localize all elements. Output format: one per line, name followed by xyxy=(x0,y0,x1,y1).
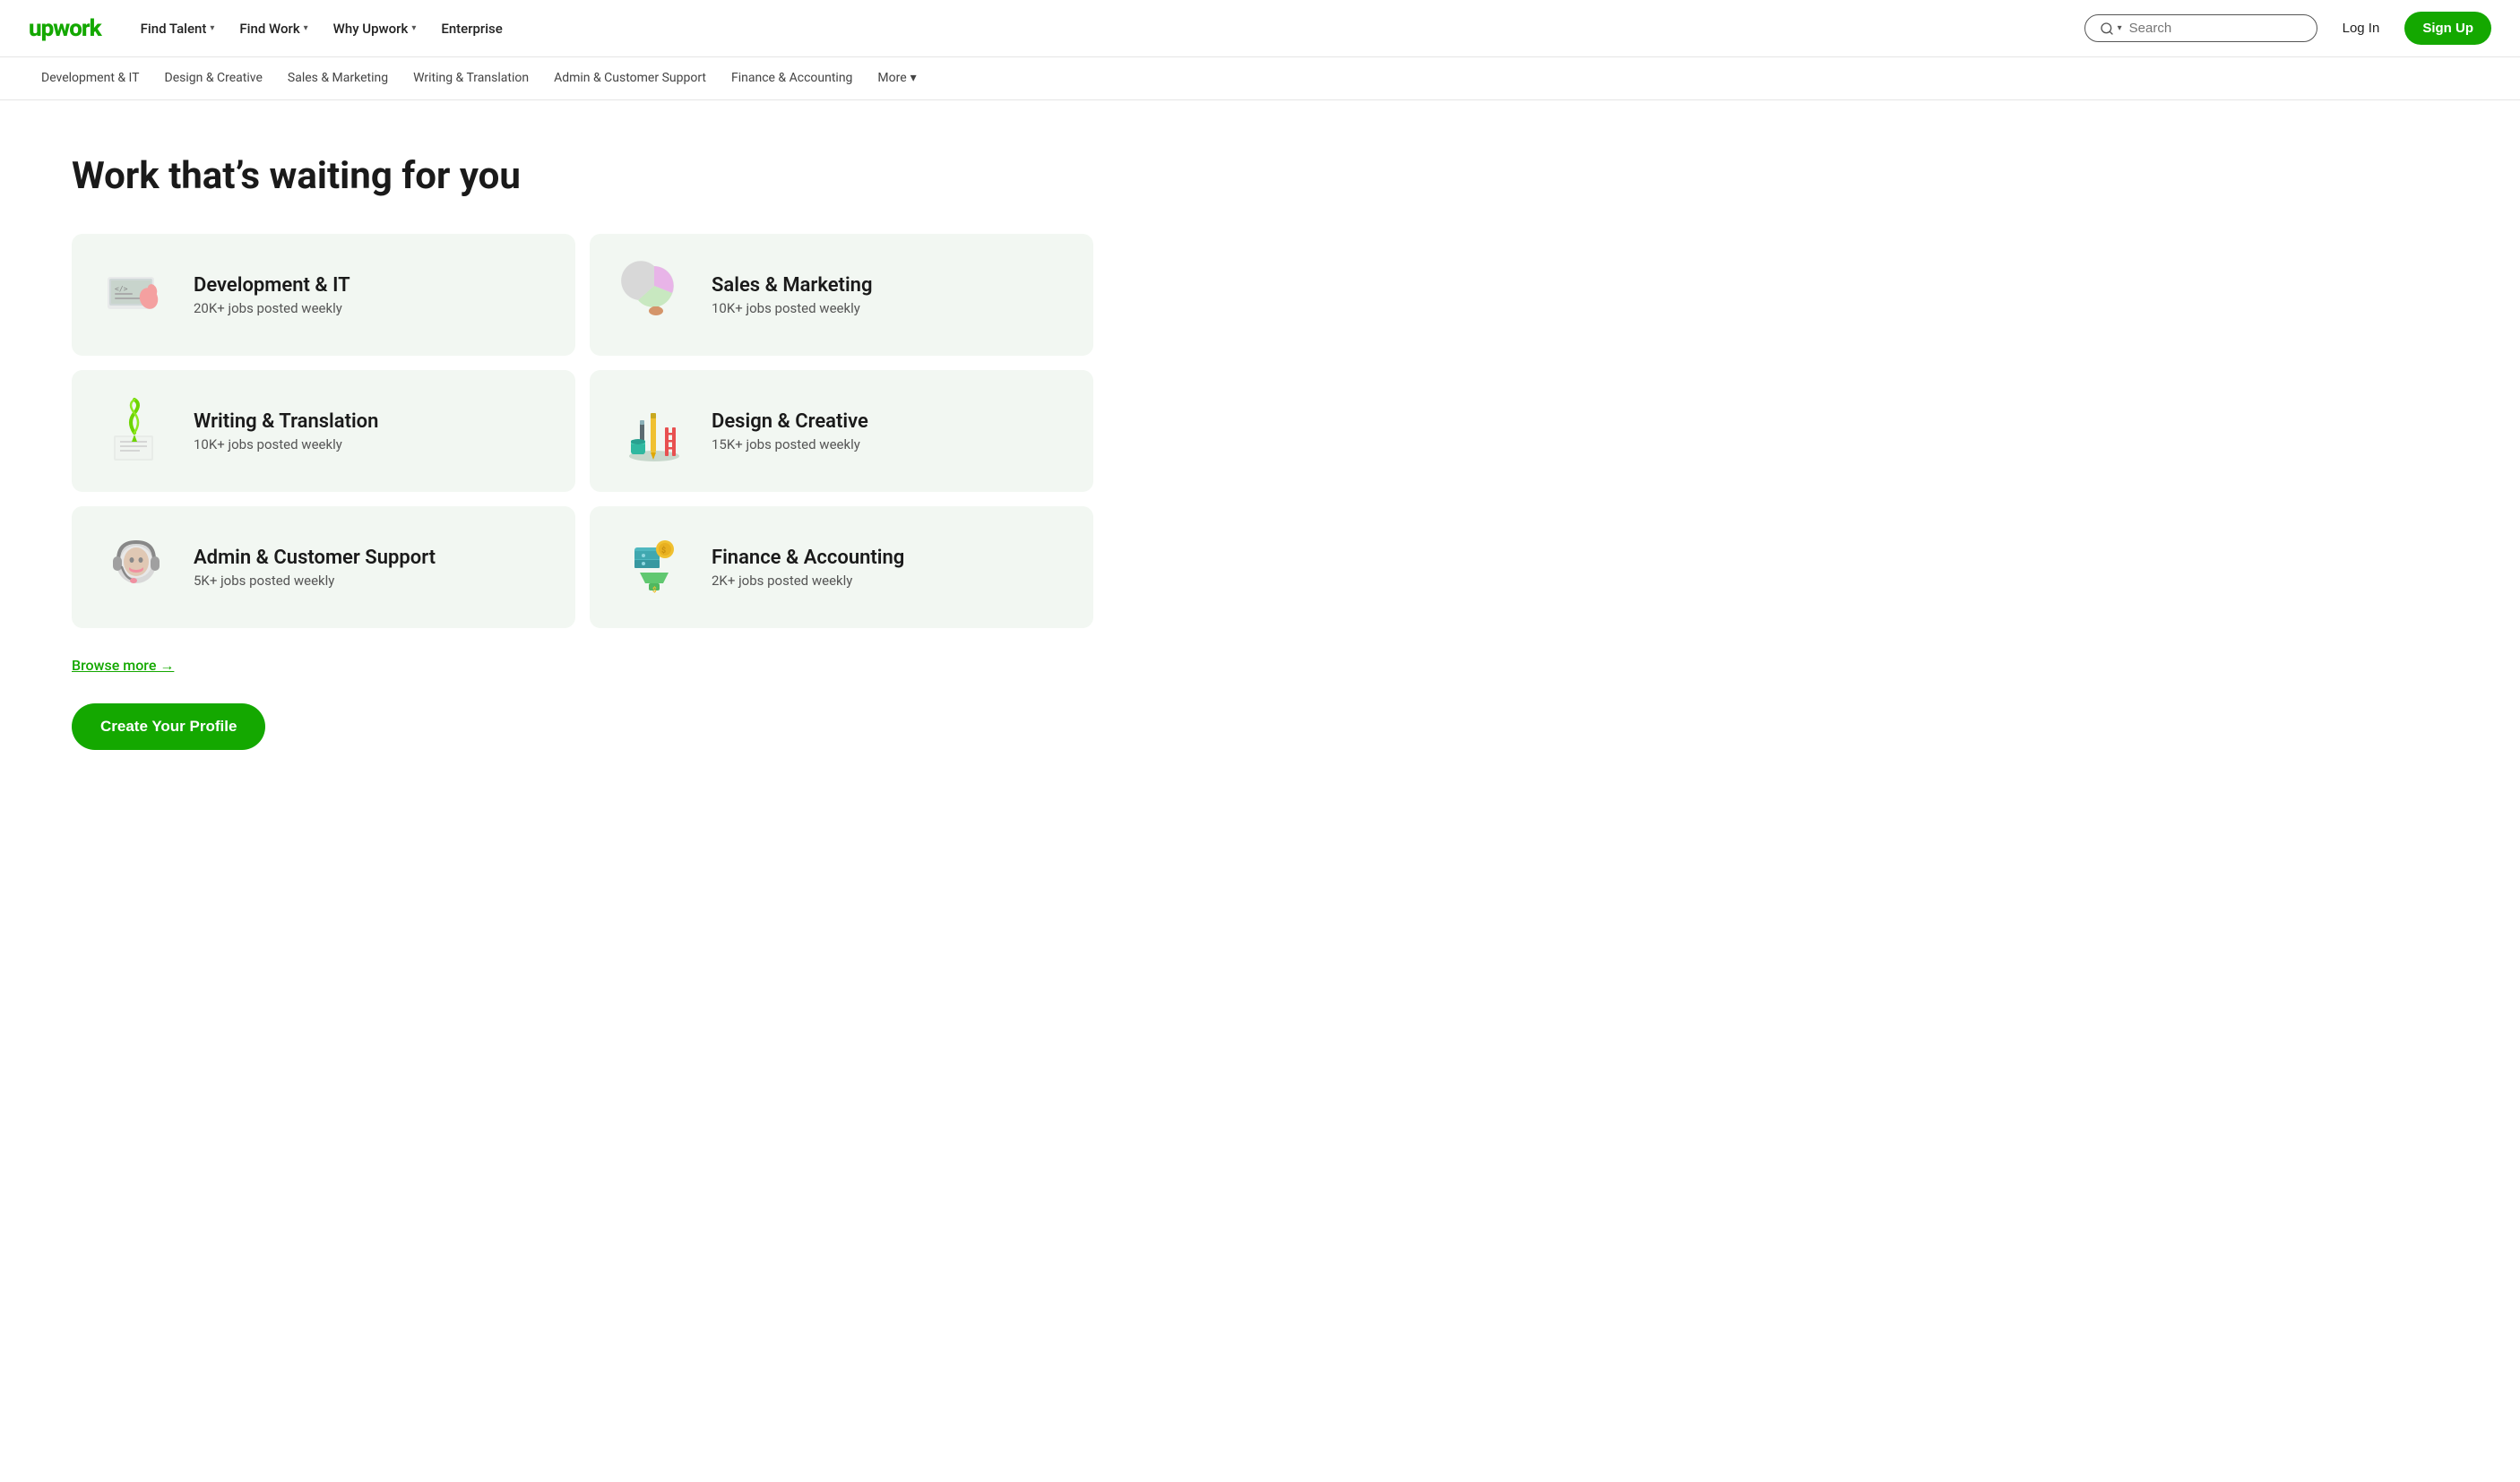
finance-accounting-illustration: $ $ xyxy=(618,531,690,603)
chevron-down-icon: ▾ xyxy=(210,23,214,33)
admin-customer-support-illustration xyxy=(100,531,172,603)
header: upwork Find Talent ▾ Find Work ▾ Why Upw… xyxy=(0,0,2520,57)
card-finance-accounting[interactable]: $ $ Finance & Accounting 2K+ jobs posted… xyxy=(590,506,1093,628)
card-text-writing-translation: Writing & Translation 10K+ jobs posted w… xyxy=(194,410,378,452)
nav-enterprise[interactable]: Enterprise xyxy=(430,13,513,44)
card-text-development-it: Development & IT 20K+ jobs posted weekly xyxy=(194,274,350,316)
create-profile-button[interactable]: Create Your Profile xyxy=(72,703,265,750)
header-right: ▾ Log In Sign Up xyxy=(2084,12,2491,45)
card-jobs-development-it: 20K+ jobs posted weekly xyxy=(194,300,350,316)
card-title-development-it: Development & IT xyxy=(194,274,350,297)
card-icon-design-creative xyxy=(618,395,690,467)
main-nav: Find Talent ▾ Find Work ▾ Why Upwork ▾ E… xyxy=(130,13,2063,44)
cat-design-creative[interactable]: Design & Creative xyxy=(152,60,275,98)
section-title: Work that’s waiting for you xyxy=(72,154,1093,198)
card-text-sales-marketing: Sales & Marketing 10K+ jobs posted weekl… xyxy=(712,274,872,316)
card-jobs-sales-marketing: 10K+ jobs posted weekly xyxy=(712,300,872,316)
card-icon-writing-translation xyxy=(100,395,172,467)
nav-find-work[interactable]: Find Work ▾ xyxy=(229,13,318,44)
search-input[interactable] xyxy=(2129,21,2302,36)
card-text-design-creative: Design & Creative 15K+ jobs posted weekl… xyxy=(712,410,868,452)
card-text-admin-customer-support: Admin & Customer Support 5K+ jobs posted… xyxy=(194,547,436,589)
card-sales-marketing[interactable]: Sales & Marketing 10K+ jobs posted weekl… xyxy=(590,234,1093,356)
browse-more-link[interactable]: Browse more → xyxy=(72,657,1093,675)
chevron-down-icon: ▾ xyxy=(304,23,308,33)
card-title-admin-customer-support: Admin & Customer Support xyxy=(194,547,436,569)
chevron-down-icon: ▾ xyxy=(411,23,416,33)
card-title-writing-translation: Writing & Translation xyxy=(194,410,378,433)
card-writing-translation[interactable]: Writing & Translation 10K+ jobs posted w… xyxy=(72,370,575,492)
svg-text:</>: </> xyxy=(115,285,128,293)
development-it-illustration: </> xyxy=(100,259,172,331)
card-icon-finance-accounting: $ $ xyxy=(618,531,690,603)
login-button[interactable]: Log In xyxy=(2328,13,2395,43)
card-development-it[interactable]: </> Development & IT 20K+ jobs posted we… xyxy=(72,234,575,356)
card-icon-admin-customer-support xyxy=(100,531,172,603)
logo-text: upwork xyxy=(29,15,101,42)
card-jobs-admin-customer-support: 5K+ jobs posted weekly xyxy=(194,573,436,589)
nav-why-upwork[interactable]: Why Upwork ▾ xyxy=(323,13,427,44)
cards-grid: </> Development & IT 20K+ jobs posted we… xyxy=(72,234,1093,628)
search-box[interactable]: ▾ xyxy=(2084,14,2317,42)
card-jobs-design-creative: 15K+ jobs posted weekly xyxy=(712,436,868,452)
category-nav: Development & IT Design & Creative Sales… xyxy=(0,57,2520,100)
cat-sales-marketing[interactable]: Sales & Marketing xyxy=(275,60,401,98)
cat-dev-it[interactable]: Development & IT xyxy=(29,60,152,98)
nav-find-talent[interactable]: Find Talent ▾ xyxy=(130,13,226,44)
card-title-design-creative: Design & Creative xyxy=(712,410,868,433)
svg-text:$: $ xyxy=(661,546,666,556)
cat-finance-accounting[interactable]: Finance & Accounting xyxy=(719,60,865,98)
card-icon-development-it: </> xyxy=(100,259,172,331)
svg-text:$: $ xyxy=(652,586,657,594)
main-content: Work that’s waiting for you </> xyxy=(0,100,1165,804)
card-title-sales-marketing: Sales & Marketing xyxy=(712,274,872,297)
cat-more[interactable]: More ▾ xyxy=(865,60,928,98)
writing-translation-illustration xyxy=(100,395,172,467)
cat-admin-support[interactable]: Admin & Customer Support xyxy=(541,60,719,98)
card-design-creative[interactable]: Design & Creative 15K+ jobs posted weekl… xyxy=(590,370,1093,492)
search-dropdown-icon: ▾ xyxy=(2118,23,2122,33)
card-jobs-writing-translation: 10K+ jobs posted weekly xyxy=(194,436,378,452)
card-title-finance-accounting: Finance & Accounting xyxy=(712,547,904,569)
signup-button[interactable]: Sign Up xyxy=(2404,12,2491,45)
search-icon-wrap: ▾ xyxy=(2100,22,2122,36)
logo[interactable]: upwork xyxy=(29,15,101,42)
card-text-finance-accounting: Finance & Accounting 2K+ jobs posted wee… xyxy=(712,547,904,589)
search-icon xyxy=(2100,22,2114,36)
card-icon-sales-marketing xyxy=(618,259,690,331)
chevron-down-icon: ▾ xyxy=(910,71,917,85)
sales-marketing-illustration xyxy=(618,259,690,331)
card-jobs-finance-accounting: 2K+ jobs posted weekly xyxy=(712,573,904,589)
card-admin-customer-support[interactable]: Admin & Customer Support 5K+ jobs posted… xyxy=(72,506,575,628)
design-creative-illustration xyxy=(618,395,690,467)
cat-writing-translation[interactable]: Writing & Translation xyxy=(401,60,541,98)
